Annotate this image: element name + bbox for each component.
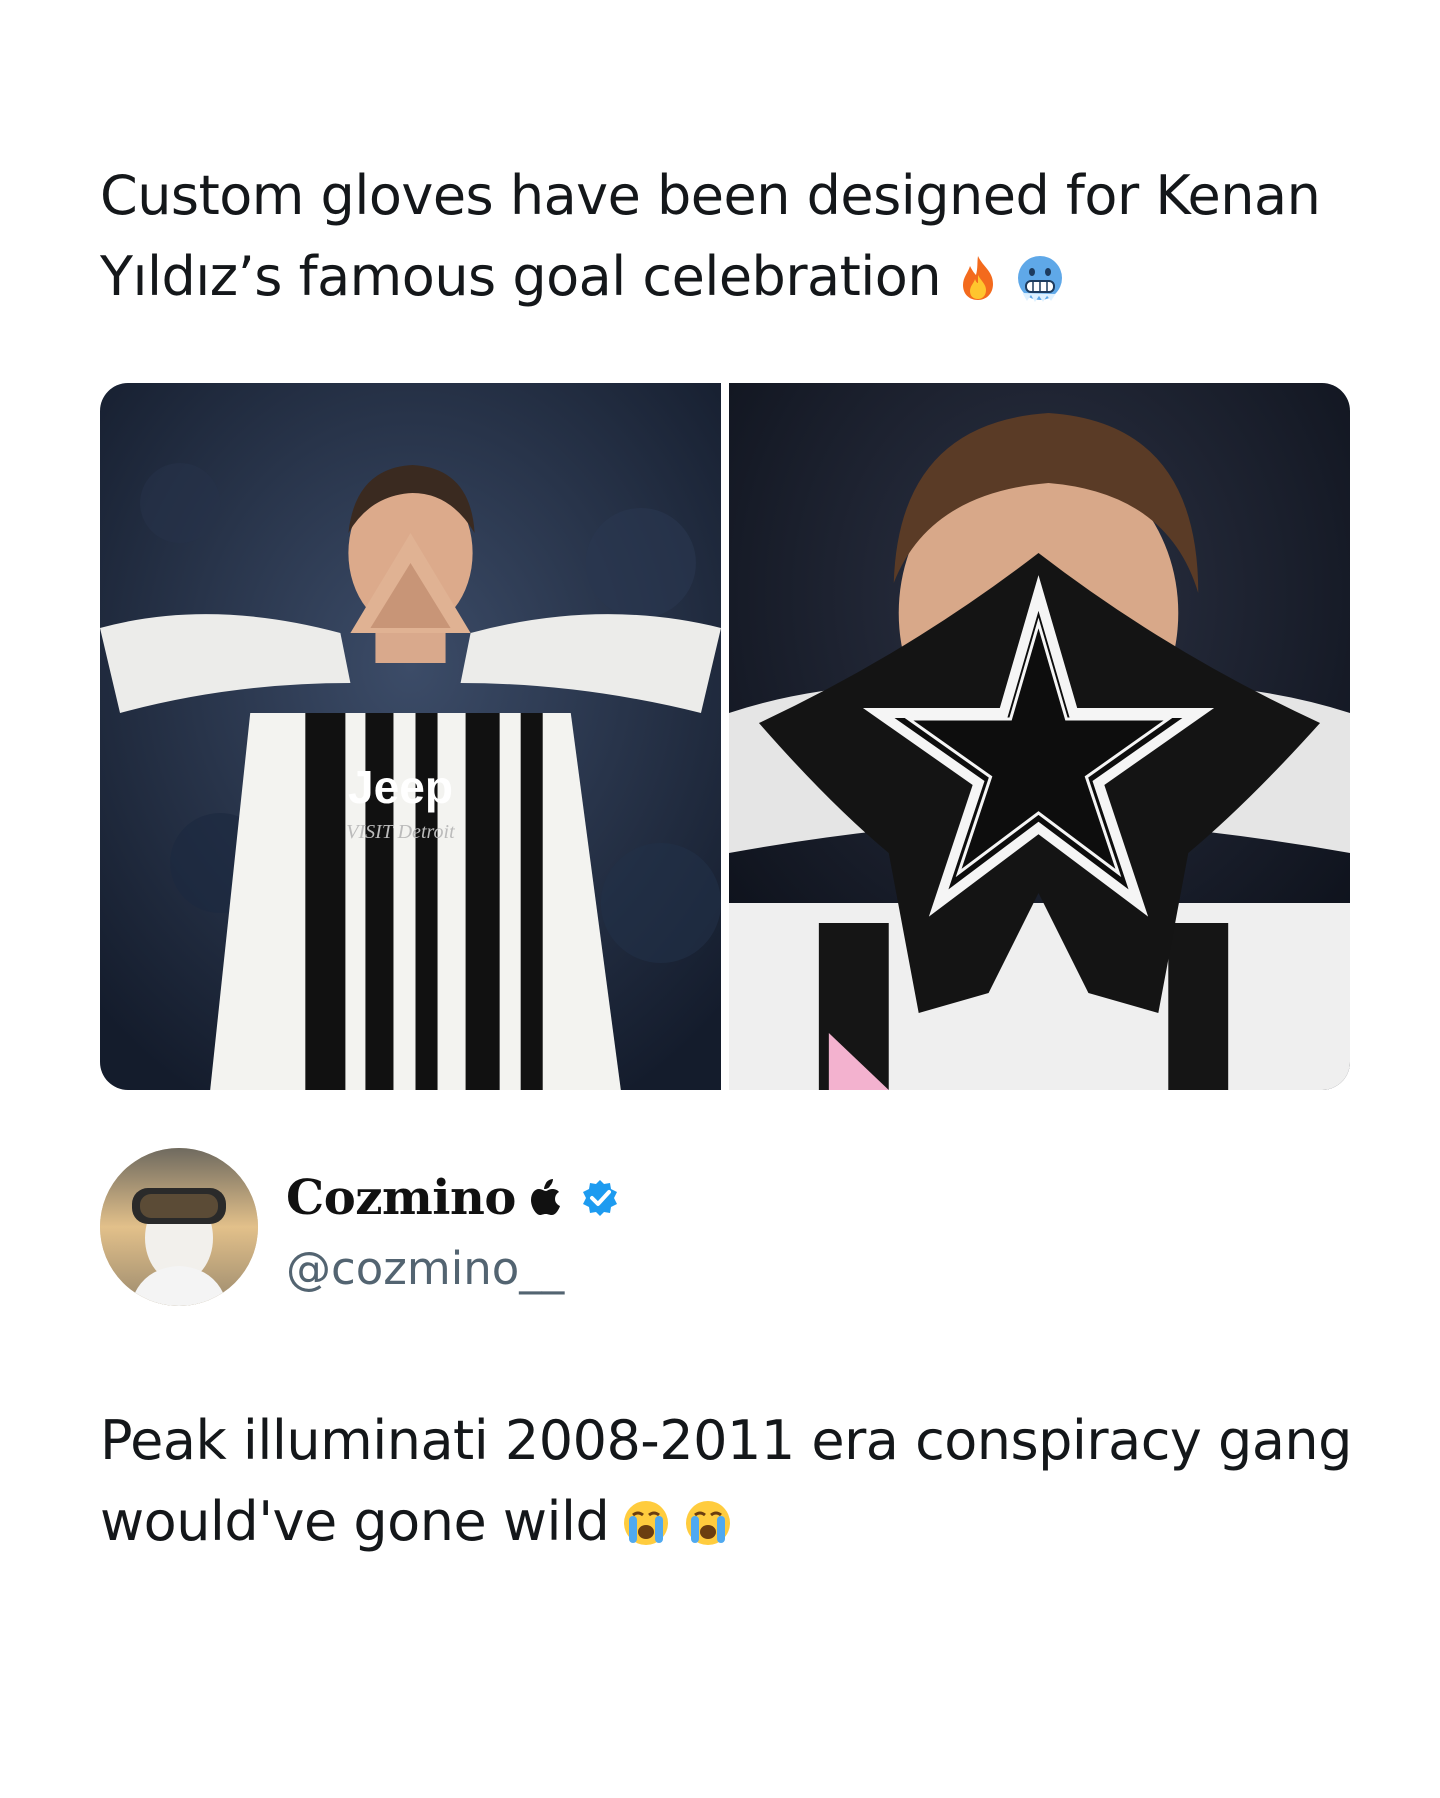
- fire-icon: [953, 244, 1003, 300]
- tweet-headline: Custom gloves have been designed for Ken…: [100, 155, 1360, 317]
- headline-text: Custom gloves have been designed for Ken…: [100, 164, 1321, 308]
- jersey-sponsor: Jeep: [348, 761, 453, 813]
- verified-icon: [580, 1178, 620, 1218]
- apple-icon: [528, 1178, 568, 1218]
- name-row: Cozmino: [286, 1170, 620, 1226]
- author-handle[interactable]: @cozmino__: [286, 1242, 564, 1295]
- author-block: Cozmino @cozmino__: [100, 1148, 1000, 1308]
- tweet-reply: Peak illuminati 2008-2011 era conspiracy…: [100, 1400, 1360, 1562]
- tweet-media[interactable]: Jeep VISIT Detroit: [100, 383, 1350, 1090]
- photo-custom-gloves[interactable]: [729, 383, 1350, 1090]
- loudly-crying-face-icon: [621, 1489, 671, 1545]
- photo-player-celebration[interactable]: Jeep VISIT Detroit: [100, 383, 721, 1090]
- display-name[interactable]: Cozmino: [286, 1170, 516, 1226]
- cold-face-icon: [1015, 244, 1065, 302]
- loudly-crying-face-icon: [683, 1489, 733, 1545]
- avatar[interactable]: [100, 1148, 258, 1306]
- jersey-sub-sponsor: VISIT Detroit: [346, 821, 455, 843]
